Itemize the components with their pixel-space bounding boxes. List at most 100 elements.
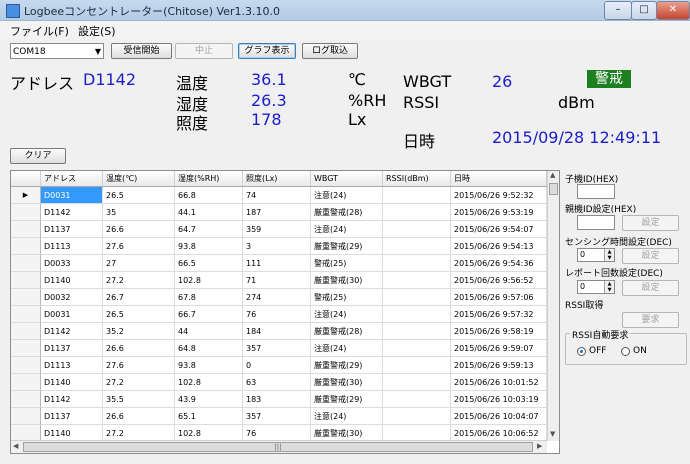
table-cell[interactable]: 2015/06/26 9:54:13 [451,238,547,255]
column-header[interactable]: アドレス [41,171,103,186]
table-cell[interactable]: D1140 [41,374,103,391]
row-header[interactable] [11,204,41,221]
table-cell[interactable]: D0033 [41,255,103,272]
table-cell[interactable]: 35.2 [103,323,175,340]
table-cell[interactable]: 2015/06/26 9:57:06 [451,289,547,306]
table-cell[interactable]: 67.8 [175,289,243,306]
table-cell[interactable] [383,204,451,221]
row-header[interactable] [11,272,41,289]
current-row-arrow-icon[interactable]: ▶ [11,187,41,204]
table-cell[interactable]: 66.7 [175,306,243,323]
table-cell[interactable]: 35 [103,204,175,221]
column-header[interactable]: 日時 [451,171,547,186]
table-cell[interactable] [383,357,451,374]
column-header[interactable]: RSSI(dBm) [383,171,451,186]
table-cell[interactable] [383,187,451,204]
table-cell[interactable]: D0031 [41,187,103,204]
port-select[interactable]: COM18 ▼ [10,43,104,59]
row-header[interactable] [11,221,41,238]
table-cell[interactable]: 2015/06/26 9:54:36 [451,255,547,272]
rssi-request-button[interactable]: 要求 [622,312,679,328]
close-button[interactable]: ✕ [656,1,690,20]
parent-id-field[interactable] [577,215,615,230]
table-cell[interactable]: 93.8 [175,238,243,255]
table-cell[interactable]: 183 [243,391,311,408]
table-cell[interactable]: D1140 [41,272,103,289]
clear-button[interactable]: クリア [10,148,66,164]
table-row[interactable]: D1137 26.6 65.1 357 注意(24) 2015/06/26 10:04:0… [11,408,547,425]
report-count-set-button[interactable]: 設定 [622,280,679,296]
table-cell[interactable]: 厳重警戒(28) [311,323,383,340]
spin-arrows-icon[interactable]: ▲ ▼ [604,249,614,261]
stop-button[interactable]: 中止 [175,43,233,59]
table-cell[interactable]: 厳重警戒(28) [311,204,383,221]
table-cell[interactable]: 76 [243,306,311,323]
table-row[interactable]: D1140 27.2 102.8 63 厳重警戒(30) 2015/06/26 10:01… [11,374,547,391]
table-row[interactable]: D0033 27 66.5 111 警戒(25) 2015/06/26 9:54:36 [11,255,547,272]
table-cell[interactable]: 2015/06/26 10:01:52 [451,374,547,391]
table-cell[interactable]: 274 [243,289,311,306]
table-cell[interactable]: 111 [243,255,311,272]
column-header[interactable]: 湿度(%RH) [175,171,243,186]
table-cell[interactable] [383,221,451,238]
table-cell[interactable]: 65.1 [175,408,243,425]
table-cell[interactable]: D0032 [41,289,103,306]
table-cell[interactable]: 0 [243,357,311,374]
table-cell[interactable]: D1113 [41,357,103,374]
row-header[interactable] [11,391,41,408]
table-cell[interactable]: 63 [243,374,311,391]
table-cell[interactable]: D1142 [41,204,103,221]
table-cell[interactable]: 厳重警戒(30) [311,272,383,289]
table-cell[interactable]: 357 [243,408,311,425]
table-row[interactable]: D1142 35.5 43.9 183 厳重警戒(29) 2015/06/26 10:03… [11,391,547,408]
log-import-button[interactable]: ログ取込 [302,43,358,59]
row-header[interactable] [11,255,41,272]
table-cell[interactable]: 注意(24) [311,306,383,323]
column-header[interactable]: 温度(℃) [103,171,175,186]
table-cell[interactable] [383,408,451,425]
table-cell[interactable] [383,238,451,255]
table-cell[interactable]: 26.5 [103,306,175,323]
table-cell[interactable]: D1142 [41,391,103,408]
parent-id-set-button[interactable]: 設定 [622,215,679,231]
table-cell[interactable]: 26.5 [103,187,175,204]
row-header[interactable] [11,289,41,306]
table-cell[interactable]: 102.8 [175,272,243,289]
table-cell[interactable] [383,340,451,357]
graph-button[interactable]: グラフ表示 [238,43,296,59]
table-cell[interactable]: 27.2 [103,272,175,289]
table-cell[interactable]: 注意(24) [311,408,383,425]
table-cell[interactable]: 26.6 [103,340,175,357]
table-cell[interactable]: 44.1 [175,204,243,221]
table-cell[interactable]: 厳重警戒(29) [311,238,383,255]
table-row[interactable]: D1137 26.6 64.8 357 注意(24) 2015/06/26 9:59:07 [11,340,547,357]
horizontal-scroll-thumb[interactable]: ||| [23,442,533,452]
table-row[interactable]: D1113 27.6 93.8 0 厳重警戒(29) 2015/06/26 9:59:13 [11,357,547,374]
table-cell[interactable]: D1137 [41,340,103,357]
table-cell[interactable]: 359 [243,221,311,238]
table-cell[interactable]: 66.8 [175,187,243,204]
table-cell[interactable] [383,289,451,306]
table-cell[interactable]: 74 [243,187,311,204]
table-cell[interactable]: 35.5 [103,391,175,408]
table-cell[interactable]: 71 [243,272,311,289]
table-cell[interactable]: 27.6 [103,357,175,374]
table-cell[interactable]: D1137 [41,408,103,425]
table-cell[interactable]: 注意(24) [311,221,383,238]
rssi-on-radio[interactable] [621,347,630,356]
scroll-left-icon[interactable]: ◀ [13,442,18,450]
table-cell[interactable]: 厳重警戒(30) [311,374,383,391]
table-cell[interactable]: 厳重警戒(29) [311,391,383,408]
row-header[interactable] [11,323,41,340]
table-cell[interactable]: 93.8 [175,357,243,374]
row-header[interactable] [11,340,41,357]
table-cell[interactable] [383,255,451,272]
table-cell[interactable]: D1113 [41,238,103,255]
table-cell[interactable]: 2015/06/26 9:58:19 [451,323,547,340]
table-cell[interactable]: 3 [243,238,311,255]
table-cell[interactable]: 357 [243,340,311,357]
table-cell[interactable]: 27 [103,255,175,272]
table-cell[interactable]: 2015/06/26 9:53:19 [451,204,547,221]
table-cell[interactable] [383,391,451,408]
table-cell[interactable]: 注意(24) [311,340,383,357]
